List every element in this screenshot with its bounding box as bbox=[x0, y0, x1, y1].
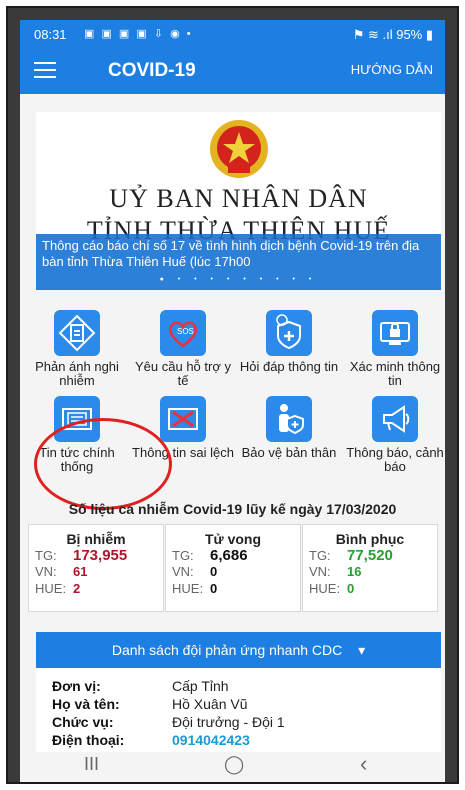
tile-label: Yêu cầu hỗ trợ y tế bbox=[135, 359, 231, 388]
position-label: Chức vụ: bbox=[52, 714, 114, 730]
vn-label: VN: bbox=[309, 564, 331, 579]
stats-title: Số liệu ca nhiễm Covid-19 lũy kế ngày 17… bbox=[68, 501, 397, 517]
highlight-circle bbox=[34, 418, 172, 510]
tile-label: Thông báo, cảnh báo bbox=[346, 445, 444, 474]
infected-world-value: 173,955 bbox=[73, 547, 128, 564]
unit-value: Cấp Tỉnh bbox=[172, 678, 229, 694]
deaths-title: Tử vong bbox=[204, 531, 262, 547]
screen-lock-icon bbox=[372, 310, 418, 356]
tile-alerts[interactable]: Thông báo, cảnh báo bbox=[342, 396, 445, 474]
tile-report-suspected[interactable]: Phản ánh nghi nhiễm bbox=[24, 310, 130, 388]
infected-card: Bị nhiễm TG: 173,955 VN: 61 HUE: 2 bbox=[28, 524, 164, 612]
deaths-hue-value: 0 bbox=[210, 581, 218, 596]
system-nav-bar: III ◯ ‹ bbox=[20, 751, 445, 782]
app-bar: COVID-19 HƯỚNG DẪN bbox=[20, 48, 445, 94]
tile-label: Bảo vệ bản thân bbox=[241, 445, 337, 460]
deaths-world-value: 6,686 bbox=[210, 547, 248, 564]
status-bar: 08:31 ▣ ▣ ▣ ▣ ⇩ ◉ • ⚑ ≋ .ıl 95% ▮ bbox=[20, 20, 445, 48]
phone-label: Điện thoại: bbox=[52, 732, 125, 748]
national-emblem-icon bbox=[210, 120, 268, 178]
tile-self-protection[interactable]: Bảo vệ bản thân bbox=[236, 396, 342, 460]
back-button[interactable]: ‹ bbox=[360, 751, 367, 777]
vn-label: VN: bbox=[172, 564, 194, 579]
crossed-news-icon bbox=[160, 396, 206, 442]
tg-label: TG: bbox=[35, 548, 57, 563]
svg-text:SOS: SOS bbox=[177, 327, 194, 336]
caret-down-icon: ▾ bbox=[358, 642, 366, 658]
cdc-contact-card: Đơn vị: Cấp Tỉnh Họ và tên: Hồ Xuân Vũ Chứ… bbox=[36, 668, 441, 752]
sos-heart-icon: SOS bbox=[160, 310, 206, 356]
help-button[interactable]: HƯỚNG DẪN bbox=[351, 62, 433, 77]
notification-icons: ▣ ▣ ▣ ▣ ⇩ ◉ • bbox=[84, 28, 193, 40]
deaths-card: Tử vong TG: 6,686 VN: 0 HUE: 0 bbox=[165, 524, 301, 612]
name-label: Họ và tên: bbox=[52, 696, 120, 712]
hue-label: HUE: bbox=[309, 581, 341, 596]
tile-label: Hỏi đáp thông tin bbox=[239, 359, 339, 374]
status-time: 08:31 bbox=[34, 27, 67, 42]
battery-signal-status: ⚑ ≋ .ıl 95% ▮ bbox=[352, 27, 433, 42]
tile-label: Xác minh thông tin bbox=[349, 359, 441, 388]
tg-label: TG: bbox=[172, 548, 194, 563]
unit-label: Đơn vị: bbox=[52, 678, 101, 694]
app-title: COVID-19 bbox=[108, 60, 196, 81]
position-value: Đội trưởng - Đội 1 bbox=[172, 714, 285, 730]
recent-apps-button[interactable]: III bbox=[84, 754, 99, 775]
home-button[interactable]: ◯ bbox=[224, 754, 244, 775]
phone-screen: 08:31 ▣ ▣ ▣ ▣ ⇩ ◉ • ⚑ ≋ .ıl 95% ▮ COVID-… bbox=[20, 20, 445, 782]
megaphone-icon bbox=[372, 396, 418, 442]
infected-hue-value: 2 bbox=[73, 581, 81, 596]
recovered-hue-value: 0 bbox=[347, 581, 355, 596]
tile-medical-support[interactable]: SOS Yêu cầu hỗ trợ y tế bbox=[130, 310, 236, 388]
infected-title: Bị nhiễm bbox=[66, 531, 126, 547]
recovered-title: Bình phục bbox=[335, 531, 405, 547]
report-document-icon bbox=[54, 310, 100, 356]
cdc-header-label: Danh sách đội phản ứng nhanh CDC bbox=[111, 642, 343, 658]
banner-heading-line1: UỶ BAN NHÂN DÂN bbox=[109, 184, 368, 213]
hue-label: HUE: bbox=[172, 581, 204, 596]
hamburger-menu-icon[interactable] bbox=[34, 62, 56, 80]
tile-faq[interactable]: Hỏi đáp thông tin bbox=[236, 310, 342, 374]
recovered-card: Bình phục TG: 77,520 VN: 16 HUE: 0 bbox=[302, 524, 438, 612]
shield-question-icon bbox=[266, 310, 312, 356]
tile-verify-info[interactable]: Xác minh thông tin bbox=[342, 310, 445, 388]
news-carousel[interactable]: UỶ BAN NHÂN DÂN TỈNH THỪA THIÊN HUẾ Thôn… bbox=[36, 112, 441, 290]
name-value: Hồ Xuân Vũ bbox=[172, 696, 248, 712]
recovered-world-value: 77,520 bbox=[347, 547, 393, 564]
person-shield-icon bbox=[266, 396, 312, 442]
infected-vn-value: 61 bbox=[73, 564, 88, 579]
carousel-indicator: ● • • • • • • • • • bbox=[159, 276, 318, 283]
deaths-vn-value: 0 bbox=[210, 564, 218, 579]
tile-label: Phản ánh nghi nhiễm bbox=[35, 359, 119, 388]
phone-link[interactable]: 0914042423 bbox=[172, 732, 392, 748]
hue-label: HUE: bbox=[35, 581, 67, 596]
vn-label: VN: bbox=[35, 564, 57, 579]
tg-label: TG: bbox=[309, 548, 331, 563]
recovered-vn-value: 16 bbox=[347, 564, 362, 579]
cdc-team-dropdown[interactable]: Danh sách đội phản ứng nhanh CDC ▾ bbox=[36, 632, 441, 668]
